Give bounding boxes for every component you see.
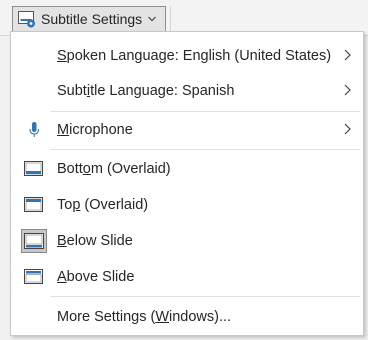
menu-item-label: Below Slide (57, 233, 133, 249)
chevron-right-icon (343, 82, 353, 98)
chevron-right-icon (343, 47, 353, 63)
menu-separator (50, 149, 360, 150)
menu-item-top-overlaid[interactable]: Top (Overlaid) (12, 188, 362, 222)
menu-item-label: Bottom (Overlaid) (57, 161, 171, 177)
ribbon-divider (0, 35, 10, 36)
menu-item-label: Spoken Language: English (United States) (57, 48, 332, 64)
menu-item-spoken-language[interactable]: Spoken Language: English (United States) (12, 39, 362, 73)
menu-separator (50, 296, 360, 297)
top-overlaid-icon (23, 195, 45, 215)
menu-item-bottom-overlaid[interactable]: Bottom (Overlaid) (12, 152, 362, 186)
subtitle-settings-button[interactable]: Subtitle Settings (12, 6, 166, 32)
menu-item-subtitle-language[interactable]: Subtitle Language: Spanish (12, 74, 362, 108)
below-slide-icon (21, 229, 47, 253)
menu-separator (50, 111, 360, 112)
bottom-overlaid-icon (23, 159, 45, 179)
menu-item-label: Subtitle Language: Spanish (57, 83, 235, 99)
menu-item-label: Microphone (57, 122, 133, 138)
menu-item-above-slide[interactable]: Above Slide (12, 260, 362, 294)
chevron-right-icon (343, 121, 353, 137)
menu-item-microphone[interactable]: Microphone (12, 113, 362, 147)
microphone-icon (23, 120, 45, 140)
ribbon-separator (170, 6, 171, 32)
subtitle-settings-label: Subtitle Settings (41, 11, 143, 27)
above-slide-icon (23, 267, 45, 287)
menu-item-label: Top (Overlaid) (57, 197, 149, 213)
subtitle-settings-menu: Spoken Language: English (United States)… (10, 31, 364, 336)
subtitle-settings-icon (17, 9, 37, 29)
chevron-down-icon (148, 14, 157, 25)
menu-item-label: More Settings (Windows)... (57, 309, 232, 325)
menu-item-more-settings[interactable]: More Settings (Windows)... (12, 300, 362, 334)
menu-item-label: Above Slide (57, 269, 135, 285)
menu-item-below-slide[interactable]: Below Slide (12, 224, 362, 258)
